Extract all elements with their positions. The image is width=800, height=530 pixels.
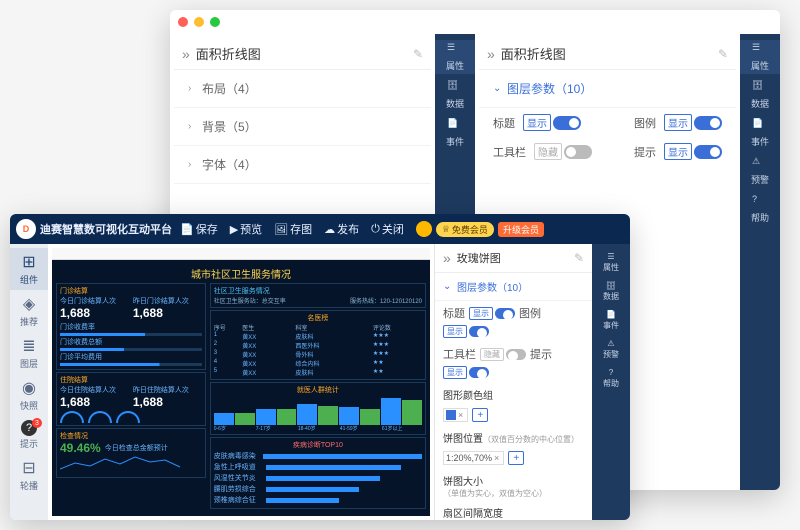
max-dot[interactable] — [210, 17, 220, 27]
accordion-layer-params[interactable]: ⌄ 图层参数（10） — [479, 70, 736, 108]
tool-layers[interactable]: ≣图层 — [10, 332, 48, 374]
upgrade-chip[interactable]: 升级会员 — [498, 222, 544, 237]
tool-components[interactable]: ⊞组件 — [10, 248, 48, 290]
props-title: 玫瑰饼图 — [457, 250, 501, 266]
side-props[interactable]: ☰属性 — [740, 40, 780, 74]
canvas-area: 城市社区卫生服务情况 门诊结算 今日门诊结算人次1,688 昨日门诊结算人次1,… — [48, 244, 434, 520]
edit-icon[interactable]: ✎ — [413, 47, 423, 61]
toggle-toolbar[interactable]: 隐藏 — [534, 143, 592, 160]
pie-pos-row: 1:20%,70%× + — [435, 447, 592, 469]
prop-row-2: 工具栏 隐藏 提示 显示 — [479, 137, 736, 166]
toggle-tip[interactable]: 显示 — [664, 143, 722, 160]
prop-row-1: 标题 显示 图例 显示 — [479, 108, 736, 137]
add-pos-button[interactable]: + — [508, 451, 524, 465]
save-button[interactable]: 📄保存 — [176, 221, 222, 237]
side-event[interactable]: 📄事件 — [592, 306, 630, 335]
toggle-tip[interactable]: 显示 — [443, 366, 489, 379]
bar-chart — [214, 395, 422, 425]
accordion-font[interactable]: › 字体 （4） — [174, 146, 431, 184]
accordion-background[interactable]: › 背景 （5） — [174, 108, 431, 146]
side-event[interactable]: 📄事件 — [435, 116, 475, 150]
edit-icon[interactable]: ✎ — [574, 251, 584, 265]
ruler-top — [52, 248, 430, 260]
back-right-sidebar: ☰属性 🗄数据 📄事件 ⚠预警 ?帮助 — [740, 34, 780, 490]
accordion-layout[interactable]: › 布局 （4） — [174, 70, 431, 108]
tool-carousel[interactable]: ⊟轮播 — [10, 454, 48, 496]
toggle-toolbar[interactable]: 隐藏 — [480, 348, 526, 361]
properties-panel: » 玫瑰饼图 ✎ ⌄ 图层参数（10） 标题 显示 图例 显示 工具栏 隐藏 提… — [434, 244, 592, 520]
close-button[interactable]: ⏻关闭 — [367, 221, 408, 237]
front-right-sidebar: ☰属性 🗄数据 📄事件 ⚠预警 ?帮助 — [592, 244, 630, 520]
sector-gap-label: 扇区间隔宽度 — [435, 501, 592, 520]
save-image-button[interactable]: 🖼存图 — [270, 221, 316, 237]
titlebar-back — [170, 10, 780, 34]
dashboard-title: 城市社区卫生服务情况 — [56, 264, 426, 283]
pie-pos-label: 饼图位置（双值百分数的中心位置） — [435, 426, 592, 447]
accordion-layer-params[interactable]: ⌄ 图层参数（10） — [435, 273, 592, 301]
side-help[interactable]: ?帮助 — [740, 192, 780, 226]
prop-row-1: 标题 显示 图例 显示 — [435, 301, 592, 342]
tool-snapshot[interactable]: ◉快照 — [10, 374, 48, 416]
line-chart-icon — [60, 455, 202, 473]
props-title-row: » 玫瑰饼图 ✎ — [435, 244, 592, 273]
side-help[interactable]: ?帮助 — [592, 364, 630, 393]
tool-tips[interactable]: ?提示3 — [10, 416, 48, 454]
dashboard-preview[interactable]: 城市社区卫生服务情况 门诊结算 今日门诊结算人次1,688 昨日门诊结算人次1,… — [52, 260, 430, 516]
color-group-label: 图形颜色组 — [435, 383, 592, 404]
pie-size-label: 饼图大小（单值为实心，双值为空心） — [435, 469, 592, 501]
chevron-right-icon: › — [188, 83, 202, 94]
free-member-chip[interactable]: ♕ 免费会员 — [436, 222, 494, 237]
chevron-right-icon: › — [188, 121, 202, 132]
collapse-icon[interactable]: » — [182, 46, 190, 62]
side-alert[interactable]: ⚠预警 — [592, 335, 630, 364]
preview-button[interactable]: ▶预览 — [226, 221, 266, 237]
edit-icon[interactable]: ✎ — [718, 47, 728, 61]
side-data[interactable]: 🗄数据 — [592, 277, 630, 306]
add-color-button[interactable]: + — [472, 408, 488, 422]
app-title: 迪赛智慧数可视化互动平台 — [40, 221, 172, 237]
toggle-title[interactable]: 显示 — [469, 307, 515, 320]
side-alert[interactable]: ⚠预警 — [740, 154, 780, 188]
logo-icon: D — [16, 219, 36, 239]
remove-icon[interactable]: × — [492, 453, 501, 463]
collapse-icon[interactable]: » — [443, 250, 451, 266]
side-props[interactable]: ☰属性 — [435, 40, 475, 74]
tool-recommend[interactable]: ◈推荐 — [10, 290, 48, 332]
color-chip[interactable]: × — [443, 408, 468, 422]
panel-title-row: » 面积折线图 ✎ — [174, 38, 431, 70]
left-sidebar: ⊞组件 ◈推荐 ≣图层 ◉快照 ?提示3 ⊟轮播 — [10, 244, 48, 520]
collapse-icon[interactable]: » — [487, 46, 495, 62]
badge: 3 — [32, 418, 42, 428]
side-props[interactable]: ☰属性 — [592, 248, 630, 277]
remove-icon[interactable]: × — [456, 410, 465, 420]
panel-title: 面积折线图 — [501, 44, 566, 63]
pos-value[interactable]: 1:20%,70%× — [443, 451, 504, 465]
close-dot[interactable] — [178, 17, 188, 27]
side-data[interactable]: 🗄数据 — [740, 78, 780, 112]
panel-title-row: » 面积折线图 ✎ — [479, 38, 736, 70]
toggle-legend[interactable]: 显示 — [443, 325, 489, 338]
panel-title: 面积折线图 — [196, 44, 261, 63]
prop-row-2: 工具栏 隐藏 提示 显示 — [435, 342, 592, 383]
side-data[interactable]: 🗄数据 — [435, 78, 475, 112]
chevron-right-icon: › — [188, 159, 202, 170]
toggle-legend[interactable]: 显示 — [664, 114, 722, 131]
front-window: D 迪赛智慧数可视化互动平台 📄保存 ▶预览 🖼存图 ☁发布 ⏻关闭 ♕ 免费会… — [10, 214, 630, 520]
avatar-icon[interactable] — [416, 221, 432, 237]
chevron-down-icon: ⌄ — [443, 281, 457, 292]
side-event[interactable]: 📄事件 — [740, 116, 780, 150]
color-group-row: × + — [435, 404, 592, 426]
toggle-title[interactable]: 显示 — [523, 114, 581, 131]
chevron-down-icon: ⌄ — [493, 83, 507, 94]
min-dot[interactable] — [194, 17, 204, 27]
topbar: D 迪赛智慧数可视化互动平台 📄保存 ▶预览 🖼存图 ☁发布 ⏻关闭 ♕ 免费会… — [10, 214, 630, 244]
publish-button[interactable]: ☁发布 — [320, 221, 363, 237]
